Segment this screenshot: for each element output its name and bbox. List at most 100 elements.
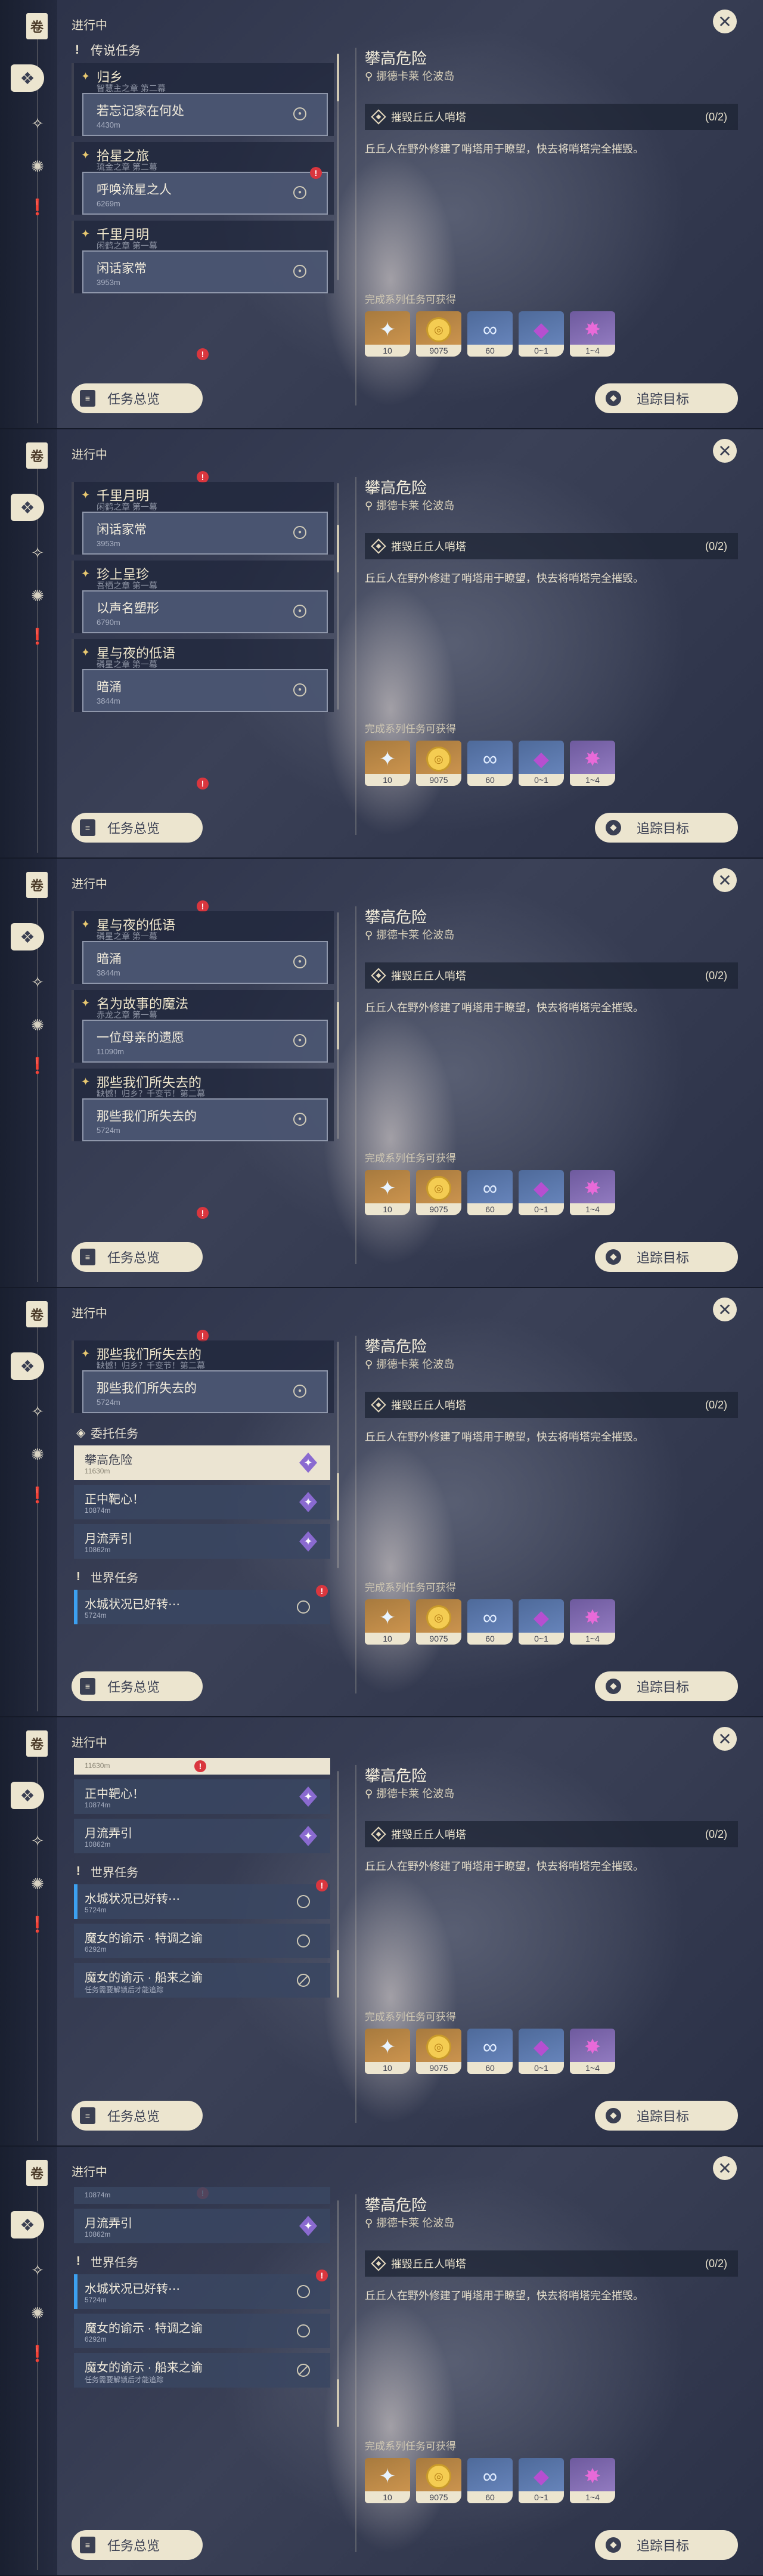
quest-book-icon[interactable]: 卷 (26, 872, 48, 898)
quest-book-icon[interactable]: 卷 (26, 1730, 48, 1757)
commission-row[interactable]: 月流弄引 10862m ✦ (74, 1524, 330, 1559)
quest-group-head[interactable]: ✦ 星与夜的低语 磷星之章 第一幕 (74, 911, 334, 941)
quest-step-row[interactable]: 呼唤流星之人 6269m ● ! (82, 167, 328, 215)
quest-group-xingyu[interactable]: ✦ 星与夜的低语 磷星之章 第一幕 暗涌 3844m ● (72, 639, 334, 712)
exclamation-icon[interactable]: ❗ (27, 197, 48, 217)
close-button[interactable]: ✕ (713, 1298, 737, 1321)
track-target-button[interactable]: 追踪目标 (595, 2530, 738, 2560)
close-button[interactable]: ✕ (713, 439, 737, 463)
reward-item[interactable]: ◆ 0~1 (519, 1170, 564, 1215)
flower-icon[interactable]: ✺ (27, 1444, 48, 1465)
quest-group-head[interactable]: ✦ 星与夜的低语 磷星之章 第一幕 (74, 639, 334, 669)
world-quest-row[interactable]: 魔女的谕示 · 特调之谕 6292m (74, 1924, 330, 1958)
track-target-button[interactable]: 追踪目标 (595, 2101, 738, 2131)
diamond-quest-icon[interactable]: ❖ (11, 1782, 44, 1809)
scrollbar[interactable] (337, 483, 339, 710)
reward-item[interactable]: ✦ 10 (365, 741, 410, 786)
quest-group-nashie[interactable]: ✦ 那些我们所失去的 缺憾！归乡？千变节！第二幕 那些我们所失去的 5724m … (72, 1340, 334, 1413)
world-quest-row[interactable]: 水城状况已好转⋯ 5724m ! (74, 1880, 330, 1919)
quest-group-mingwei[interactable]: ✦ 名为故事的魔法 赤龙之章 第一幕 一位母亲的遗愿 11090m ● (72, 990, 334, 1063)
quest-group-head[interactable]: ✦ 归乡 智慧主之章 第二幕 (74, 63, 334, 93)
reward-item[interactable]: ✸ 1~4 (570, 2458, 615, 2503)
scrollbar[interactable] (337, 1342, 339, 1568)
quest-group-head[interactable]: ✦ 名为故事的魔法 赤龙之章 第一幕 (74, 990, 334, 1020)
diamond-quest-icon[interactable]: ❖ (11, 64, 44, 92)
reward-item[interactable]: ◆ 0~1 (519, 311, 564, 357)
reward-item[interactable]: ◎ 9075 (416, 2029, 461, 2074)
quest-group-head[interactable]: ✦ 珍上呈珍 吾栖之章 第一幕 (74, 561, 334, 590)
reward-item[interactable]: ∞ 60 (467, 1599, 513, 1645)
reward-item[interactable]: ◎ 9075 (416, 2458, 461, 2503)
quest-book-icon[interactable]: 卷 (26, 442, 48, 469)
exclamation-icon[interactable]: ❗ (27, 626, 48, 646)
flower-icon[interactable]: ✺ (27, 1015, 48, 1035)
quest-group-nashie[interactable]: ✦ 那些我们所失去的 缺憾！归乡？千变节！第二幕 那些我们所失去的 5724m … (72, 1069, 334, 1141)
scroll-thumb[interactable] (337, 1473, 339, 1521)
scroll-thumb[interactable] (337, 2379, 339, 2427)
reward-item[interactable]: ◆ 0~1 (519, 2458, 564, 2503)
compass-icon[interactable]: ✧ (27, 113, 48, 134)
reward-item[interactable]: ✦ 10 (365, 311, 410, 357)
reward-item[interactable]: ∞ 60 (467, 311, 513, 357)
flower-icon[interactable]: ✺ (27, 156, 48, 177)
diamond-quest-icon[interactable]: ❖ (11, 2211, 44, 2238)
commission-row[interactable]: 攀高危险 11630m ✦ (74, 1445, 330, 1480)
reward-item[interactable]: ◆ 0~1 (519, 2029, 564, 2074)
track-target-button[interactable]: 追踪目标 (595, 1671, 738, 1701)
track-target-button[interactable]: 追踪目标 (595, 383, 738, 413)
quest-group-qianli[interactable]: ✦ 千里月明 闲鹤之章 第一幕 闲话家常 3953m ● (72, 482, 334, 555)
reward-item[interactable]: ✦ 10 (365, 2458, 410, 2503)
reward-item[interactable]: ◎ 9075 (416, 741, 461, 786)
quest-group-head[interactable]: ✦ 拾星之旅 琉金之章 第二幕 (74, 142, 334, 172)
exclamation-icon[interactable]: ❗ (27, 1485, 48, 1505)
close-button[interactable]: ✕ (713, 2156, 737, 2180)
compass-icon[interactable]: ✧ (27, 543, 48, 563)
exclamation-icon[interactable]: ❗ (27, 2343, 48, 2364)
reward-item[interactable]: ✸ 1~4 (570, 2029, 615, 2074)
reward-item[interactable]: ✦ 10 (365, 1170, 410, 1215)
scroll-thumb[interactable] (337, 1002, 339, 1049)
quest-overview-button[interactable]: ≡ 任务总览 (72, 1242, 203, 1272)
reward-item[interactable]: ✸ 1~4 (570, 311, 615, 357)
flower-icon[interactable]: ✺ (27, 586, 48, 606)
world-quest-row[interactable]: 水城状况已好转⋯ 5724m ! (74, 1585, 330, 1624)
quest-overview-button[interactable]: ≡ 任务总览 (72, 2530, 203, 2560)
reward-item[interactable]: ∞ 60 (467, 1170, 513, 1215)
quest-book-icon[interactable]: 卷 (26, 1301, 48, 1327)
reward-item[interactable]: ✦ 10 (365, 2029, 410, 2074)
commission-row[interactable]: 月流弄引 10862m ✦ (74, 2209, 330, 2243)
close-button[interactable]: ✕ (713, 868, 737, 892)
quest-overview-button[interactable]: ≡ 任务总览 (72, 1671, 203, 1701)
quest-step-row[interactable]: 那些我们所失去的 5724m ● (82, 1370, 328, 1413)
reward-item[interactable]: ∞ 60 (467, 2458, 513, 2503)
quest-step-row[interactable]: 闲话家常 3953m ● (82, 250, 328, 293)
reward-item[interactable]: ◎ 9075 (416, 1170, 461, 1215)
compass-icon[interactable]: ✧ (27, 972, 48, 992)
scroll-thumb[interactable] (337, 1950, 339, 1998)
reward-item[interactable]: ✦ 10 (365, 1599, 410, 1645)
close-button[interactable]: ✕ (713, 10, 737, 33)
reward-item[interactable]: ◆ 0~1 (519, 1599, 564, 1645)
reward-item[interactable]: ∞ 60 (467, 2029, 513, 2074)
quest-overview-button[interactable]: ≡ 任务总览 (72, 383, 203, 413)
reward-item[interactable]: ✸ 1~4 (570, 1170, 615, 1215)
commission-row[interactable]: 11630m ! (74, 1758, 330, 1775)
scrollbar[interactable] (337, 912, 339, 1139)
world-quest-row[interactable]: 魔女的谕示 · 特调之谕 6292m (74, 2314, 330, 2348)
reward-item[interactable]: ◆ 0~1 (519, 741, 564, 786)
scrollbar[interactable] (337, 54, 339, 280)
quest-group-guixiang[interactable]: ✦ 归乡 智慧主之章 第二幕 若忘记家在何处 4430m ● (72, 63, 334, 136)
quest-step-row[interactable]: 闲话家常 3953m ● (82, 512, 328, 555)
quest-overview-button[interactable]: ≡ 任务总览 (72, 813, 203, 843)
quest-step-row[interactable]: 那些我们所失去的 5724m ● (82, 1098, 328, 1141)
flower-icon[interactable]: ✺ (27, 1874, 48, 1894)
scroll-thumb[interactable] (337, 525, 339, 572)
world-quest-row[interactable]: 水城状况已好转⋯ 5724m ! (74, 2270, 330, 2309)
diamond-quest-icon[interactable]: ❖ (11, 494, 44, 521)
exclamation-icon[interactable]: ❗ (27, 1914, 48, 1934)
compass-icon[interactable]: ✧ (27, 1401, 48, 1422)
world-quest-row[interactable]: 魔女的谕示 · 船来之谕 任务需要解锁后才能追踪 (74, 1963, 330, 1998)
quest-group-head[interactable]: ✦ 那些我们所失去的 缺憾！归乡？千变节！第二幕 (74, 1340, 334, 1370)
reward-item[interactable]: ◎ 9075 (416, 311, 461, 357)
scrollbar[interactable] (337, 2200, 339, 2427)
